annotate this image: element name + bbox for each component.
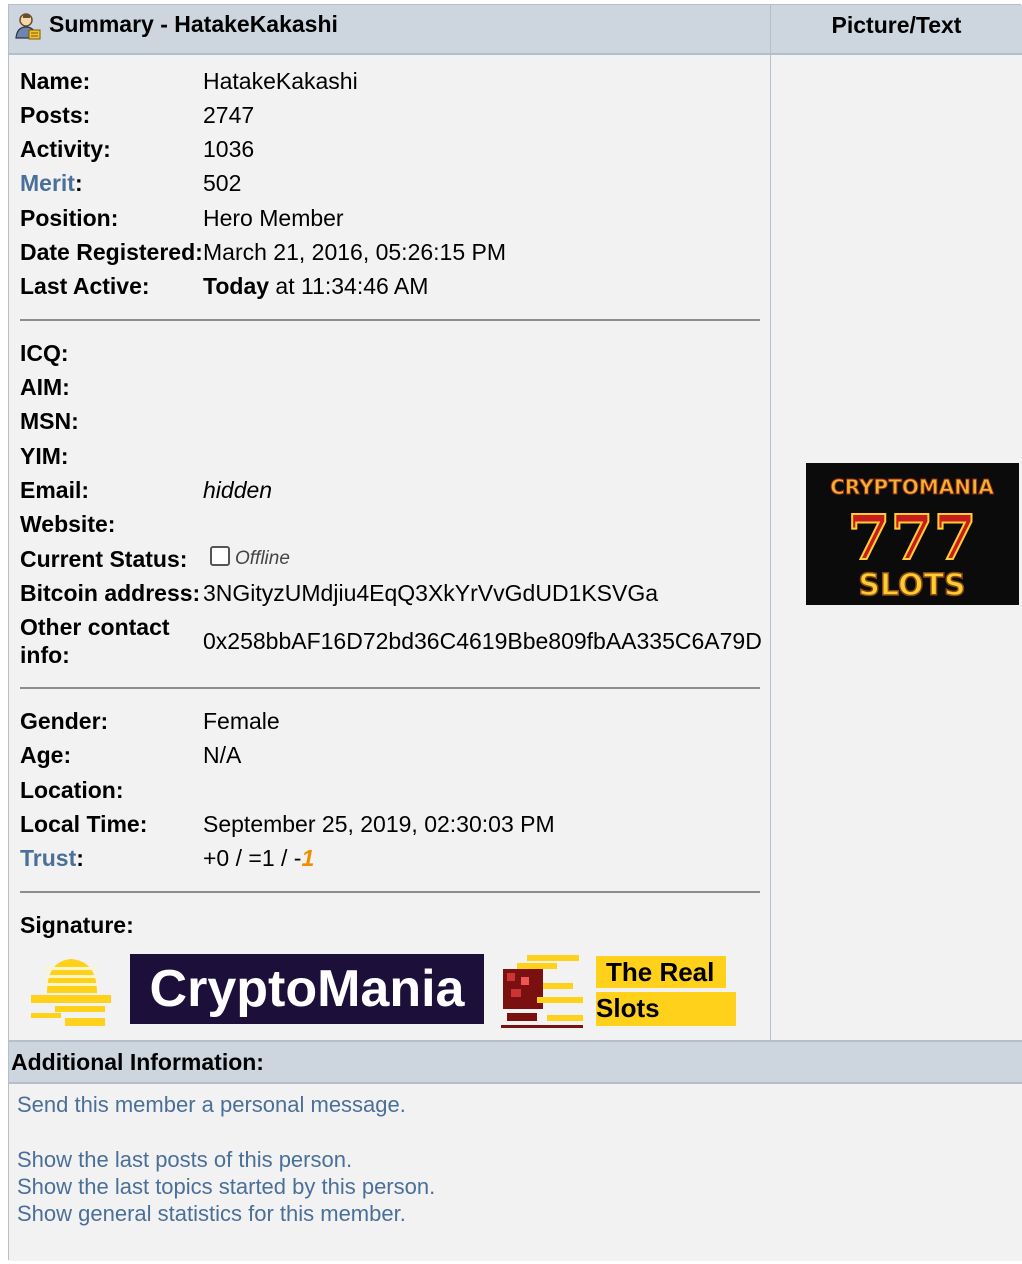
email-value: hidden [203, 477, 273, 503]
age-label: Age: [20, 742, 72, 768]
avatar: CRYPTOMANIA 777 SLOTS [806, 463, 1019, 605]
summary-title: Summary - HatakeKakashi [49, 11, 338, 37]
signature-label: Signature: [20, 912, 134, 938]
activity-value: 1036 [203, 136, 255, 162]
trust-value: +0 / =1 / -1 [203, 845, 315, 871]
additional-info-title: Additional Information: [11, 1049, 264, 1075]
additional-info-header: Additional Information: [9, 1040, 1022, 1084]
other-contact-value: 0x258bbAF16D72bd36C4619Bbe809fbAA335C6A7… [203, 628, 762, 654]
gender-label: Gender: [20, 708, 109, 734]
last-active-label: Last Active: [20, 273, 150, 299]
merit-label: Merit: [20, 170, 83, 196]
signature-brand: CryptoMania [130, 954, 484, 1024]
divider [20, 319, 760, 321]
merit-value: 502 [203, 170, 242, 196]
additional-info-body: Send this member a personal message. Sho… [9, 1084, 1022, 1261]
signature-tagline-1: The Real [596, 956, 726, 988]
bitcoin-label: Bitcoin address: [20, 580, 201, 606]
posts-value: 2747 [203, 102, 255, 128]
registered-label: Date Registered: [20, 239, 203, 265]
registered-value: March 21, 2016, 05:26:15 PM [203, 239, 507, 265]
picture-title: Picture/Text [831, 12, 962, 38]
svg-text:SLOTS: SLOTS [858, 568, 965, 603]
email-label: Email: [20, 477, 90, 503]
divider [20, 891, 760, 893]
msn-label: MSN: [20, 408, 79, 434]
coin-stack-icon [31, 959, 111, 1026]
location-label: Location: [20, 777, 124, 803]
profile-panel: Summary - HatakeKakashi Picture/Text Nam… [8, 4, 1022, 1261]
other-contact-label-2: info: [20, 642, 70, 668]
stats-link[interactable]: Show general statistics for this member. [17, 1201, 406, 1227]
posts-label: Posts: [20, 102, 91, 128]
last-topics-link[interactable]: Show the last topics started by this per… [17, 1174, 435, 1200]
age-value: N/A [203, 742, 242, 768]
aim-label: AIM: [20, 374, 70, 400]
trust-negative: 1 [301, 845, 315, 871]
svg-text:777: 777 [847, 501, 976, 574]
picture-header: Picture/Text [771, 5, 1022, 55]
signature-tagline-2: Slots [596, 992, 736, 1026]
icq-label: ICQ: [20, 340, 69, 366]
local-time-label: Local Time: [20, 811, 148, 837]
other-contact-label: Other contact [20, 614, 170, 640]
user-icon [15, 12, 41, 40]
status-value: Offline [210, 545, 290, 573]
bitcoin-value: 3NGityzUMdjiu4EqQ3XkYrVvGdUD1KSVGa [203, 580, 659, 606]
name-label: Name: [20, 68, 91, 94]
website-label: Website: [20, 511, 116, 537]
position-value: Hero Member [203, 205, 344, 231]
slots-pixel-icon [501, 955, 583, 1028]
svg-text:CRYPTOMANIA: CRYPTOMANIA [830, 475, 994, 499]
yim-label: YIM: [20, 443, 69, 469]
name-value: HatakeKakashi [203, 68, 358, 94]
profile-details: Name: HatakeKakashi Posts: 2747 Activity… [9, 55, 771, 1040]
offline-status-icon [210, 546, 230, 566]
merit-link[interactable]: Merit [20, 170, 75, 196]
position-label: Position: [20, 205, 119, 231]
gender-value: Female [203, 708, 280, 734]
activity-label: Activity: [20, 136, 111, 162]
send-pm-link[interactable]: Send this member a personal message. [17, 1092, 406, 1118]
picture-column: CRYPTOMANIA 777 SLOTS [771, 55, 1022, 1040]
summary-header: Summary - HatakeKakashi [9, 5, 771, 55]
last-posts-link[interactable]: Show the last posts of this person. [17, 1147, 352, 1173]
status-label: Current Status: [20, 546, 188, 572]
divider [20, 687, 760, 689]
trust-label: Trust: [20, 845, 84, 871]
local-time-value: September 25, 2019, 02:30:03 PM [203, 811, 555, 837]
trust-link[interactable]: Trust [20, 845, 76, 871]
last-active-value: Today at 11:34:46 AM [203, 273, 429, 299]
